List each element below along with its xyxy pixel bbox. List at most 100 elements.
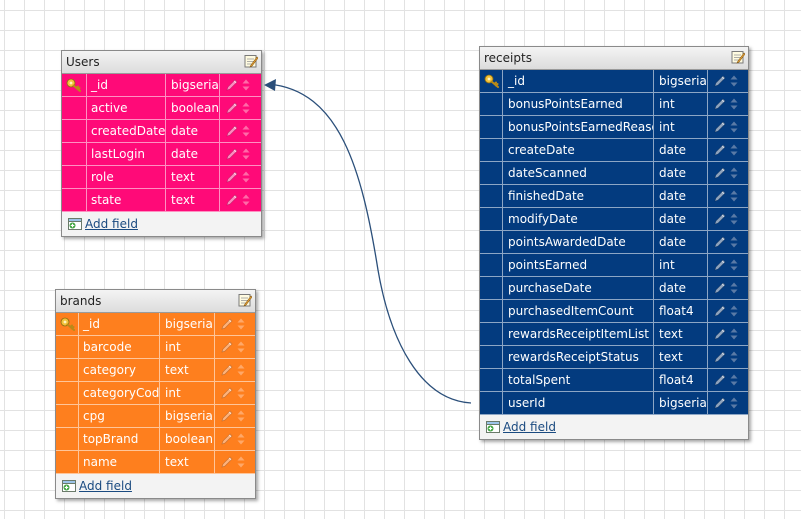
- field-row[interactable]: userId bigserial: [480, 392, 748, 415]
- up-down-arrows-icon[interactable]: [730, 75, 738, 87]
- pencil-icon[interactable]: [714, 305, 726, 317]
- notepad-edit-icon[interactable]: [731, 50, 745, 64]
- field-row[interactable]: purchaseDate date: [480, 277, 748, 300]
- table-add-icon[interactable]: [62, 480, 76, 492]
- pencil-icon[interactable]: [221, 410, 233, 422]
- field-row[interactable]: createdDate date: [62, 120, 261, 143]
- pencil-icon[interactable]: [714, 144, 726, 156]
- up-down-arrows-icon[interactable]: [237, 318, 245, 330]
- field-row[interactable]: dateScanned date: [480, 162, 748, 185]
- table-add-icon[interactable]: [486, 421, 500, 433]
- field-row[interactable]: _id bigserial: [480, 70, 748, 93]
- field-row[interactable]: state text: [62, 189, 261, 212]
- pencil-icon[interactable]: [221, 433, 233, 445]
- pencil-icon[interactable]: [714, 190, 726, 202]
- field-row[interactable]: categoryCode int: [56, 382, 255, 405]
- pencil-icon[interactable]: [226, 171, 238, 183]
- pencil-icon[interactable]: [714, 236, 726, 248]
- pencil-icon[interactable]: [714, 397, 726, 409]
- pencil-icon[interactable]: [226, 125, 238, 137]
- field-row[interactable]: role text: [62, 166, 261, 189]
- add-field-link[interactable]: Add field: [79, 474, 132, 498]
- pencil-icon[interactable]: [221, 387, 233, 399]
- table-header[interactable]: brands: [56, 290, 255, 313]
- table-brands[interactable]: brands _id bigserial barcode int category tex…: [55, 289, 256, 499]
- add-field-link[interactable]: Add field: [85, 212, 138, 236]
- table-users[interactable]: Users _id bigserial active boolean createdDa…: [61, 50, 262, 237]
- key-cell: [56, 359, 79, 381]
- up-down-arrows-icon[interactable]: [242, 171, 250, 183]
- field-row[interactable]: finishedDate date: [480, 185, 748, 208]
- pencil-icon[interactable]: [714, 351, 726, 363]
- up-down-arrows-icon[interactable]: [242, 125, 250, 137]
- table-header[interactable]: Users: [62, 51, 261, 74]
- field-row[interactable]: pointsEarned int: [480, 254, 748, 277]
- pencil-icon[interactable]: [714, 167, 726, 179]
- up-down-arrows-icon[interactable]: [730, 351, 738, 363]
- up-down-arrows-icon[interactable]: [730, 259, 738, 271]
- up-down-arrows-icon[interactable]: [730, 167, 738, 179]
- up-down-arrows-icon[interactable]: [730, 282, 738, 294]
- field-row[interactable]: purchasedItemCount float4: [480, 300, 748, 323]
- up-down-arrows-icon[interactable]: [730, 374, 738, 386]
- pencil-icon[interactable]: [714, 259, 726, 271]
- field-row[interactable]: rewardsReceiptStatus text: [480, 346, 748, 369]
- field-row[interactable]: bonusPointsEarned int: [480, 93, 748, 116]
- table-receipts[interactable]: receipts _id bigserial bonusPointsEarned in…: [479, 46, 749, 440]
- pencil-icon[interactable]: [714, 328, 726, 340]
- up-down-arrows-icon[interactable]: [242, 148, 250, 160]
- field-row[interactable]: name text: [56, 451, 255, 474]
- up-down-arrows-icon[interactable]: [730, 236, 738, 248]
- table-header[interactable]: receipts: [480, 47, 748, 70]
- up-down-arrows-icon[interactable]: [237, 410, 245, 422]
- pencil-icon[interactable]: [714, 75, 726, 87]
- pencil-icon[interactable]: [714, 282, 726, 294]
- pencil-icon[interactable]: [221, 364, 233, 376]
- up-down-arrows-icon[interactable]: [730, 144, 738, 156]
- up-down-arrows-icon[interactable]: [237, 433, 245, 445]
- up-down-arrows-icon[interactable]: [730, 121, 738, 133]
- notepad-edit-icon[interactable]: [244, 54, 258, 68]
- field-row[interactable]: _id bigserial: [56, 313, 255, 336]
- field-row[interactable]: category text: [56, 359, 255, 382]
- notepad-edit-icon[interactable]: [238, 293, 252, 307]
- field-row[interactable]: active boolean: [62, 97, 261, 120]
- field-row[interactable]: totalSpent float4: [480, 369, 748, 392]
- field-row[interactable]: cpg bigserial: [56, 405, 255, 428]
- pencil-icon[interactable]: [714, 374, 726, 386]
- up-down-arrows-icon[interactable]: [730, 328, 738, 340]
- pencil-icon[interactable]: [714, 213, 726, 225]
- field-row[interactable]: lastLogin date: [62, 143, 261, 166]
- up-down-arrows-icon[interactable]: [237, 341, 245, 353]
- field-row[interactable]: bonusPointsEarnedReason int: [480, 116, 748, 139]
- up-down-arrows-icon[interactable]: [237, 364, 245, 376]
- field-row[interactable]: _id bigserial: [62, 74, 261, 97]
- pencil-icon[interactable]: [714, 98, 726, 110]
- pencil-icon[interactable]: [226, 102, 238, 114]
- field-row[interactable]: createDate date: [480, 139, 748, 162]
- field-row[interactable]: pointsAwardedDate date: [480, 231, 748, 254]
- field-row[interactable]: topBrand boolean: [56, 428, 255, 451]
- field-row[interactable]: barcode int: [56, 336, 255, 359]
- up-down-arrows-icon[interactable]: [237, 387, 245, 399]
- pencil-icon[interactable]: [221, 456, 233, 468]
- pencil-icon[interactable]: [221, 341, 233, 353]
- up-down-arrows-icon[interactable]: [730, 213, 738, 225]
- add-field-link[interactable]: Add field: [503, 415, 556, 439]
- up-down-arrows-icon[interactable]: [730, 190, 738, 202]
- field-row[interactable]: modifyDate date: [480, 208, 748, 231]
- up-down-arrows-icon[interactable]: [242, 79, 250, 91]
- up-down-arrows-icon[interactable]: [242, 102, 250, 114]
- up-down-arrows-icon[interactable]: [730, 98, 738, 110]
- up-down-arrows-icon[interactable]: [237, 456, 245, 468]
- pencil-icon[interactable]: [226, 148, 238, 160]
- up-down-arrows-icon[interactable]: [730, 305, 738, 317]
- up-down-arrows-icon[interactable]: [242, 194, 250, 206]
- pencil-icon[interactable]: [221, 318, 233, 330]
- pencil-icon[interactable]: [714, 121, 726, 133]
- up-down-arrows-icon[interactable]: [730, 397, 738, 409]
- table-add-icon[interactable]: [68, 218, 82, 230]
- pencil-icon[interactable]: [226, 79, 238, 91]
- pencil-icon[interactable]: [226, 194, 238, 206]
- field-row[interactable]: rewardsReceiptItemList text: [480, 323, 748, 346]
